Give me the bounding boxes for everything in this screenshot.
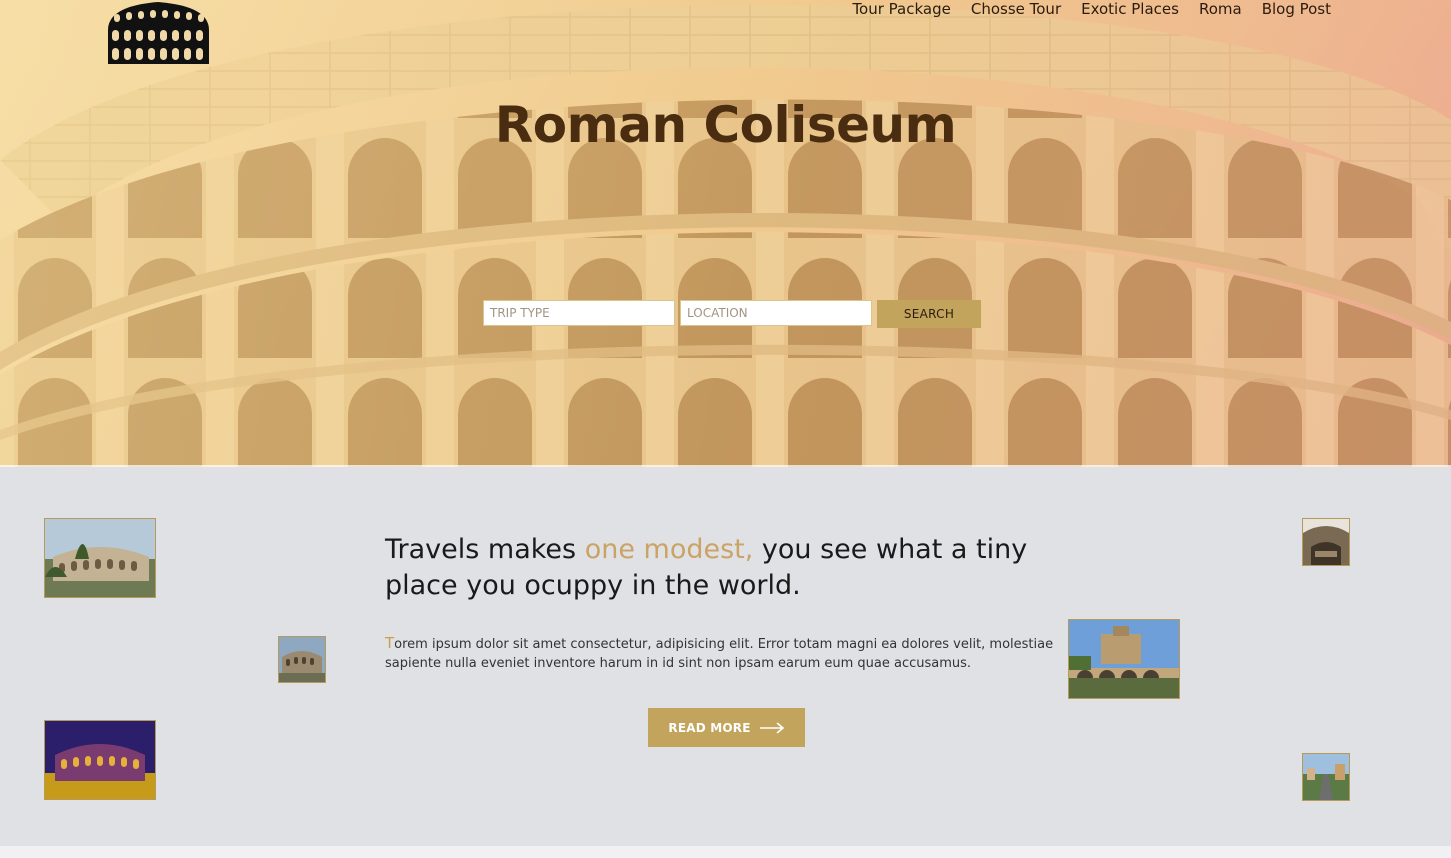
read-more-button[interactable]: READ MORE [648, 708, 805, 747]
intro-heading-part1: Travels makes [385, 534, 585, 565]
intro-paragraph-text: orem ipsum dolor sit amet consectetur, a… [385, 637, 1054, 671]
location-input[interactable] [680, 300, 872, 326]
intro-paragraph: Torem ipsum dolor sit amet consectetur, … [385, 634, 1075, 673]
read-more-label: READ MORE [668, 720, 751, 735]
trip-type-input[interactable] [483, 300, 675, 326]
gallery-thumb-colosseum-night[interactable] [44, 720, 156, 800]
hero-banner: Tour Package Chosse Tour Exotic Places R… [0, 0, 1451, 467]
hero-title: Roman Coliseum [494, 96, 957, 154]
intro-heading-accent: one modest, [584, 534, 754, 565]
main-nav: Tour Package Chosse Tour Exotic Places R… [852, 0, 1331, 18]
search-button[interactable]: SEARCH [877, 300, 981, 328]
gallery-thumb-ruins[interactable] [1302, 518, 1350, 566]
nav-item-blog-post[interactable]: Blog Post [1262, 0, 1331, 18]
nav-item-roma[interactable]: Roma [1199, 0, 1242, 18]
colosseum-logo-icon[interactable] [106, 0, 211, 64]
nav-item-exotic-places[interactable]: Exotic Places [1081, 0, 1179, 18]
intro-paragraph-initial: T [385, 634, 395, 652]
gallery-thumb-castel-sant-angelo[interactable] [1068, 619, 1180, 699]
gallery-thumb-colosseum-small[interactable] [278, 636, 326, 683]
nav-item-tour-package[interactable]: Tour Package [852, 0, 950, 18]
gallery-thumb-colosseum-day[interactable] [44, 518, 156, 598]
nav-item-choose-tour[interactable]: Chosse Tour [971, 0, 1061, 18]
search-form: SEARCH [483, 300, 981, 328]
gallery-thumb-roman-road[interactable] [1302, 753, 1350, 801]
intro-heading: Travels makes one modest, you see what a… [385, 532, 1065, 604]
page-bottom-strip [0, 846, 1451, 858]
hero-color-overlay [0, 0, 1451, 467]
arrow-right-icon [759, 721, 784, 734]
